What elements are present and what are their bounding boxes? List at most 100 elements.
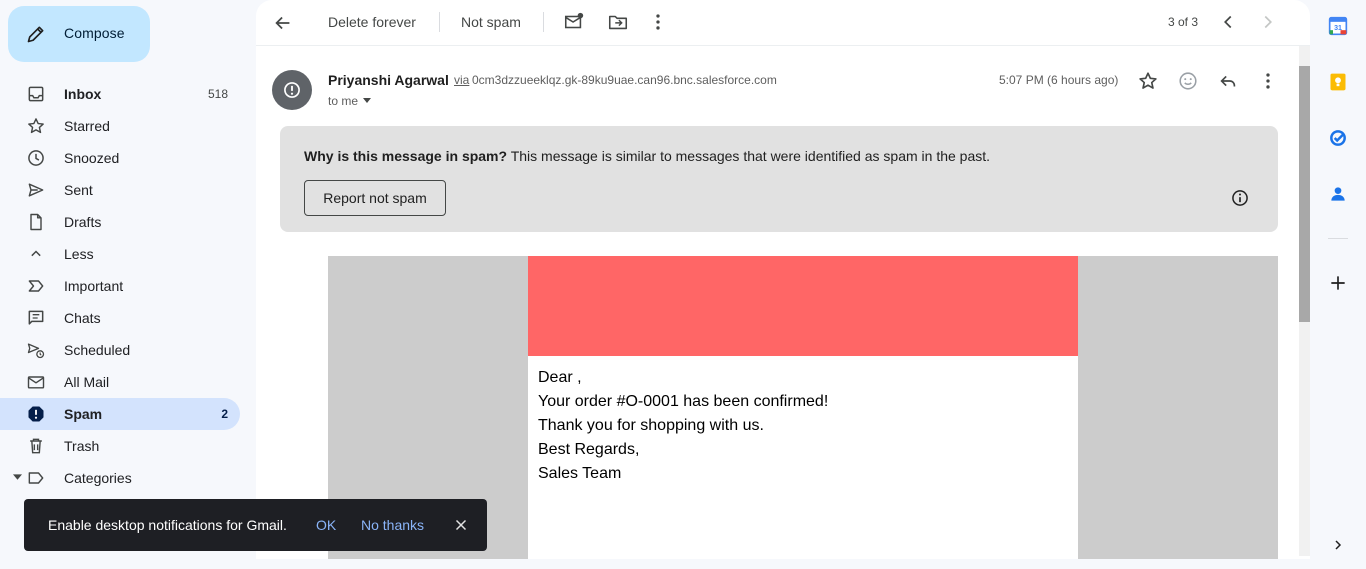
sign-off: Best Regards, bbox=[538, 441, 640, 458]
unread-count: 2 bbox=[221, 407, 228, 421]
mark-unread-icon[interactable] bbox=[563, 11, 585, 33]
toolbar-divider bbox=[543, 12, 544, 32]
caret-down-icon[interactable] bbox=[13, 474, 22, 482]
clock-icon bbox=[28, 150, 44, 166]
sidebar-item-drafts[interactable]: Drafts bbox=[0, 206, 240, 238]
email-banner bbox=[528, 256, 1078, 356]
contacts-icon[interactable] bbox=[1328, 184, 1348, 204]
sidebar-item-label: Starred bbox=[64, 118, 110, 134]
chevron-right-icon[interactable] bbox=[1257, 11, 1279, 33]
sidebar-item-label: Drafts bbox=[64, 214, 102, 230]
sidebar-item-label: Scheduled bbox=[64, 342, 131, 358]
tasks-icon[interactable] bbox=[1328, 128, 1348, 148]
recipient-toggle[interactable]: to me bbox=[328, 94, 372, 108]
keep-icon[interactable] bbox=[1328, 72, 1348, 92]
more-vert-icon[interactable] bbox=[1257, 70, 1279, 92]
via-link[interactable]: via bbox=[454, 73, 469, 87]
sidebar: Compose Inbox 518 Starred Snoozed Sent D… bbox=[0, 0, 256, 569]
sidebar-item-label: Inbox bbox=[64, 86, 102, 102]
spam-question: Why is this message in spam? bbox=[304, 148, 508, 164]
spam-icon bbox=[28, 406, 44, 422]
scrollbar[interactable] bbox=[1299, 46, 1310, 556]
sidebar-item-starred[interactable]: Starred bbox=[0, 110, 240, 142]
signature: Sales Team bbox=[538, 465, 622, 482]
thank-you-line: Thank you for shopping with us. bbox=[538, 417, 764, 434]
sidebar-item-less[interactable]: Less bbox=[0, 238, 240, 270]
delete-forever-button[interactable]: Delete forever bbox=[328, 14, 416, 30]
nav-list: Inbox 518 Starred Snoozed Sent Drafts Le… bbox=[0, 78, 240, 494]
sidebar-item-trash[interactable]: Trash bbox=[0, 430, 240, 462]
sidebar-item-label: Spam bbox=[64, 406, 103, 422]
order-confirmation: Your order #O-0001 has been confirmed! bbox=[538, 393, 829, 410]
toast-message: Enable desktop notifications for Gmail. bbox=[48, 517, 287, 533]
scheduled-icon bbox=[27, 343, 45, 359]
sidebar-item-label: Snoozed bbox=[64, 150, 120, 166]
more-vert-icon[interactable] bbox=[647, 11, 669, 33]
spam-notice: Why is this message in spam? This messag… bbox=[280, 126, 1278, 232]
chevron-left-icon[interactable] bbox=[1217, 11, 1239, 33]
star-icon[interactable] bbox=[1137, 70, 1159, 92]
ok-button[interactable]: OK bbox=[316, 517, 336, 533]
pagination-count: 3 of 3 bbox=[1168, 15, 1199, 29]
sidebar-item-label: Categories bbox=[64, 470, 132, 486]
chevron-right-icon[interactable] bbox=[1330, 537, 1346, 553]
chat-icon bbox=[28, 310, 44, 325]
not-spam-button[interactable]: Not spam bbox=[461, 14, 521, 30]
side-panel-rail: 31 bbox=[1310, 0, 1366, 569]
spam-explanation: Why is this message in spam? This messag… bbox=[304, 148, 990, 164]
move-to-icon[interactable] bbox=[607, 11, 629, 33]
back-arrow-icon[interactable] bbox=[272, 12, 294, 34]
close-icon[interactable] bbox=[452, 516, 470, 534]
message-time: 5:07 PM (6 hours ago) bbox=[999, 73, 1119, 87]
rail-divider bbox=[1328, 238, 1348, 239]
via-address: 0cm3dzzueeklqz.gk-89ku9uae.can96.bnc.sal… bbox=[472, 73, 777, 87]
greeting: Dear , bbox=[538, 369, 582, 386]
sidebar-item-chats[interactable]: Chats bbox=[0, 302, 240, 334]
emoji-icon[interactable] bbox=[1177, 70, 1199, 92]
message-pane: Delete forever Not spam 3 of 3 Priyanshi… bbox=[256, 0, 1310, 559]
sidebar-item-all-mail[interactable]: All Mail bbox=[0, 366, 240, 398]
sidebar-item-label: Chats bbox=[64, 310, 101, 326]
recipient-label: to me bbox=[328, 94, 359, 108]
sidebar-item-inbox[interactable]: Inbox 518 bbox=[0, 78, 240, 110]
sidebar-item-sent[interactable]: Sent bbox=[0, 174, 240, 206]
sidebar-item-label: Sent bbox=[64, 182, 93, 198]
draft-icon bbox=[30, 213, 42, 231]
calendar-icon[interactable]: 31 bbox=[1328, 16, 1348, 36]
email-card: Dear , Your order #O-0001 has been confi… bbox=[528, 256, 1078, 559]
sidebar-item-important[interactable]: Important bbox=[0, 270, 240, 302]
sidebar-item-snoozed[interactable]: Snoozed bbox=[0, 142, 240, 174]
caret-down-icon bbox=[363, 98, 372, 103]
trash-icon bbox=[30, 438, 42, 454]
unread-count: 518 bbox=[207, 87, 228, 101]
sidebar-item-label: Less bbox=[64, 246, 94, 262]
all-mail-icon bbox=[27, 376, 45, 389]
important-icon bbox=[28, 280, 44, 292]
sidebar-item-label: All Mail bbox=[64, 374, 110, 390]
sidebar-item-label: Important bbox=[64, 278, 124, 294]
avatar[interactable] bbox=[272, 70, 312, 110]
chevron-up-icon bbox=[31, 250, 41, 257]
warning-icon bbox=[284, 82, 300, 98]
spam-reason: This message is similar to messages that… bbox=[507, 148, 991, 164]
toolbar-divider bbox=[439, 12, 440, 32]
message-toolbar: Delete forever Not spam 3 of 3 bbox=[256, 0, 1310, 46]
compose-button[interactable]: Compose bbox=[8, 6, 150, 62]
calendar-day: 31 bbox=[1334, 24, 1342, 32]
sender-name[interactable]: Priyanshi Agarwal bbox=[328, 72, 449, 88]
add-icon[interactable] bbox=[1328, 273, 1348, 293]
message-header: Priyanshi Agarwal via 0cm3dzzueeklqz.gk-… bbox=[256, 60, 1296, 116]
sidebar-item-spam[interactable]: Spam 2 bbox=[0, 398, 240, 430]
inbox-icon bbox=[28, 86, 44, 102]
no-thanks-button[interactable]: No thanks bbox=[361, 517, 424, 533]
send-icon bbox=[28, 183, 44, 197]
compose-label: Compose bbox=[64, 25, 125, 41]
reply-icon[interactable] bbox=[1217, 70, 1239, 92]
sidebar-item-scheduled[interactable]: Scheduled bbox=[0, 334, 240, 366]
sidebar-item-categories[interactable]: Categories bbox=[0, 462, 240, 494]
sidebar-item-label: Trash bbox=[64, 438, 100, 454]
report-not-spam-button[interactable]: Report not spam bbox=[304, 180, 446, 216]
scroll-thumb[interactable] bbox=[1299, 66, 1310, 322]
notification-toast: Enable desktop notifications for Gmail. … bbox=[24, 499, 487, 551]
info-icon[interactable] bbox=[1230, 188, 1250, 208]
